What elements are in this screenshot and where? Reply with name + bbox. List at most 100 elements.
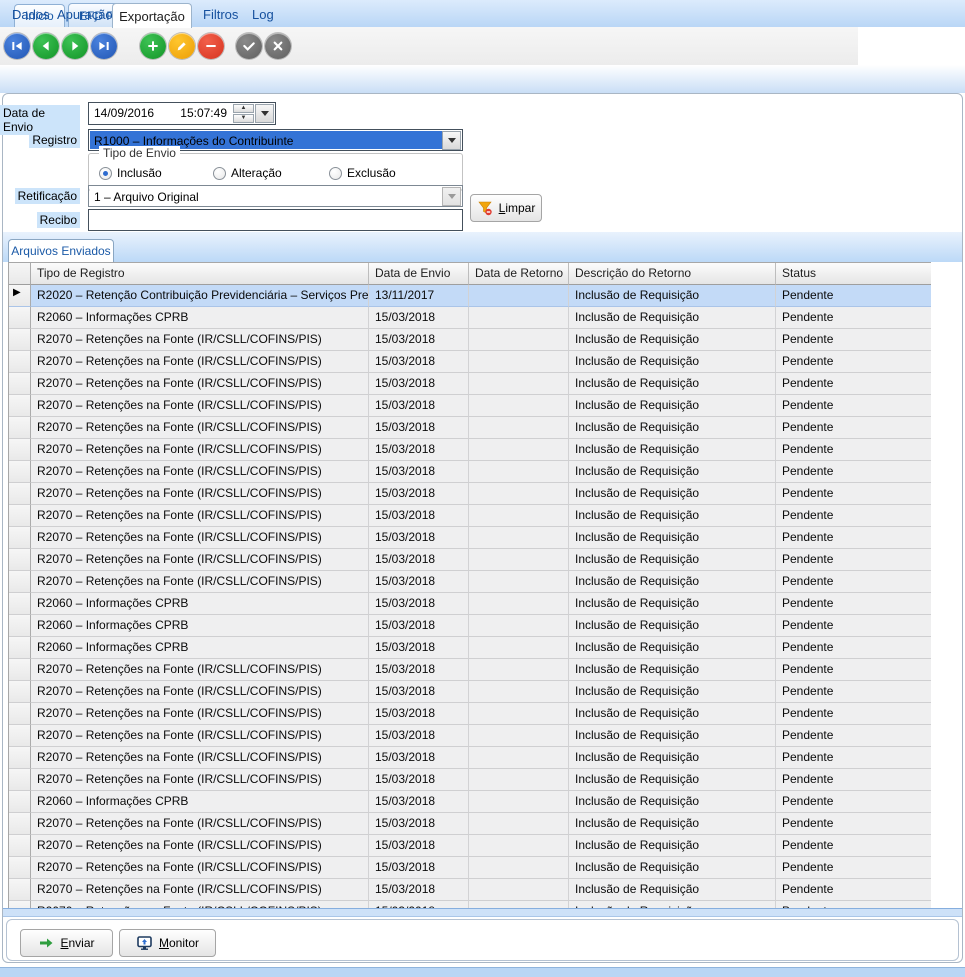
tab-log[interactable]: Log (252, 7, 274, 22)
last-record-button[interactable] (91, 33, 117, 59)
first-record-button[interactable] (4, 33, 30, 59)
toolbar-background (0, 27, 858, 65)
tab-apuracao[interactable]: Apuração (57, 7, 113, 22)
retificacao-combobox[interactable]: 1 – Arquivo Original (88, 185, 463, 207)
table-row[interactable]: ▶ R2060 – Informações CPRB 15/03/2018 In… (9, 791, 931, 813)
radio-alteracao[interactable]: Alteração (213, 166, 282, 180)
table-row[interactable]: ▶ R2070 – Retenções na Fonte (IR/CSLL/CO… (9, 857, 931, 879)
tab-dados[interactable]: Dados (12, 7, 50, 22)
row-indicator-cell: ▶ (9, 373, 31, 395)
col-tipo-registro[interactable]: Tipo de Registro (31, 263, 369, 285)
col-descricao-retorno[interactable]: Descrição do Retorno (569, 263, 776, 285)
cell-tipo-registro: R2070 – Retenções na Fonte (IR/CSLL/COFI… (31, 835, 369, 857)
table-row[interactable]: ▶ R2070 – Retenções na Fonte (IR/CSLL/CO… (9, 571, 931, 593)
table-row[interactable]: ▶ R2060 – Informações CPRB 15/03/2018 In… (9, 615, 931, 637)
cell-descricao-retorno: Inclusão de Requisição (569, 813, 776, 835)
radio-exclusao[interactable]: Exclusão (329, 166, 396, 180)
table-row[interactable]: ▶ R2070 – Retenções na Fonte (IR/CSLL/CO… (9, 725, 931, 747)
cell-status: Pendente (776, 901, 931, 908)
table-row[interactable]: ▶ R2070 – Retenções na Fonte (IR/CSLL/CO… (9, 505, 931, 527)
cell-status: Pendente (776, 813, 931, 835)
table-row[interactable]: ▶ R2070 – Retenções na Fonte (IR/CSLL/CO… (9, 549, 931, 571)
date-dropdown-button[interactable] (255, 104, 274, 123)
cell-data-envio: 15/03/2018 (369, 395, 469, 417)
cell-descricao-retorno: Inclusão de Requisição (569, 285, 776, 307)
chevron-down-icon (447, 194, 456, 199)
registro-label: Registro (0, 132, 80, 148)
monitor-button[interactable]: Monitor (119, 929, 216, 957)
col-data-retorno[interactable]: Data de Retorno (469, 263, 569, 285)
cell-data-envio: 15/03/2018 (369, 571, 469, 593)
radio-inclusao[interactable]: Inclusão (99, 166, 162, 180)
table-row[interactable]: ▶ R2060 – Informações CPRB 15/03/2018 In… (9, 593, 931, 615)
cell-status: Pendente (776, 879, 931, 901)
table-row[interactable]: ▶ R2070 – Retenções na Fonte (IR/CSLL/CO… (9, 527, 931, 549)
arquivos-table: Tipo de Registro Data de Envio Data de R… (8, 262, 931, 908)
table-row[interactable]: ▶ R2070 – Retenções na Fonte (IR/CSLL/CO… (9, 659, 931, 681)
table-row[interactable]: ▶ R2070 – Retenções na Fonte (IR/CSLL/CO… (9, 769, 931, 791)
cell-tipo-registro: R2020 – Retenção Contribuição Previdenci… (31, 285, 369, 307)
recibo-input[interactable] (88, 209, 463, 231)
delete-record-button[interactable] (198, 33, 224, 59)
cell-status: Pendente (776, 725, 931, 747)
table-row[interactable]: ▶ R2070 – Retenções na Fonte (IR/CSLL/CO… (9, 703, 931, 725)
enviar-label: Enviar (60, 936, 95, 950)
cell-status: Pendente (776, 791, 931, 813)
tab-exportacao[interactable]: Exportação (112, 3, 192, 28)
enviar-button[interactable]: Enviar (20, 929, 113, 957)
row-indicator-cell: ▶ (9, 329, 31, 351)
time-spinner[interactable]: ▲ ▼ (233, 104, 254, 123)
row-indicator-cell: ▶ (9, 747, 31, 769)
prior-record-button[interactable] (33, 33, 59, 59)
cell-descricao-retorno: Inclusão de Requisição (569, 549, 776, 571)
cell-status: Pendente (776, 351, 931, 373)
table-row[interactable]: ▶ R2060 – Informações CPRB 15/03/2018 In… (9, 637, 931, 659)
cancel-record-button[interactable] (265, 33, 291, 59)
cell-data-retorno (469, 373, 569, 395)
tab-arquivos-enviados[interactable]: Arquivos Enviados (8, 239, 114, 262)
table-row[interactable]: ▶ R2070 – Retenções na Fonte (IR/CSLL/CO… (9, 395, 931, 417)
cell-data-retorno (469, 417, 569, 439)
table-row[interactable]: ▶ R2070 – Retenções na Fonte (IR/CSLL/CO… (9, 747, 931, 769)
table-row[interactable]: ▶ R2070 – Retenções na Fonte (IR/CSLL/CO… (9, 483, 931, 505)
table-row[interactable]: ▶ R2060 – Informações CPRB 15/03/2018 In… (9, 307, 931, 329)
insert-record-button[interactable] (140, 33, 166, 59)
cell-tipo-registro: R2070 – Retenções na Fonte (IR/CSLL/COFI… (31, 725, 369, 747)
retificacao-dropdown-button[interactable] (442, 187, 461, 206)
table-body: ▶ R2020 – Retenção Contribuição Previden… (9, 285, 931, 908)
post-record-button[interactable] (236, 33, 262, 59)
table-row[interactable]: ▶ R2070 – Retenções na Fonte (IR/CSLL/CO… (9, 835, 931, 857)
tab-filtros[interactable]: Filtros (203, 7, 238, 22)
prior-record-icon (42, 41, 49, 51)
radio-alteracao-label: Alteração (231, 166, 282, 180)
cell-descricao-retorno: Inclusão de Requisição (569, 329, 776, 351)
table-row[interactable]: ▶ R2070 – Retenções na Fonte (IR/CSLL/CO… (9, 879, 931, 901)
table-row[interactable]: ▶ R2070 – Retenções na Fonte (IR/CSLL/CO… (9, 329, 931, 351)
table-row[interactable]: ▶ R2020 – Retenção Contribuição Previden… (9, 285, 931, 307)
table-row[interactable]: ▶ R2070 – Retenções na Fonte (IR/CSLL/CO… (9, 373, 931, 395)
next-record-button[interactable] (62, 33, 88, 59)
row-indicator-cell: ▶ (9, 461, 31, 483)
table-row[interactable]: ▶ R2070 – Retenções na Fonte (IR/CSLL/CO… (9, 351, 931, 373)
table-row[interactable]: ▶ R2070 – Retenções na Fonte (IR/CSLL/CO… (9, 461, 931, 483)
cell-status: Pendente (776, 395, 931, 417)
table-row[interactable]: ▶ R2070 – Retenções na Fonte (IR/CSLL/CO… (9, 417, 931, 439)
table-row[interactable]: ▶ R2070 – Retenções na Fonte (IR/CSLL/CO… (9, 813, 931, 835)
cell-descricao-retorno: Inclusão de Requisição (569, 835, 776, 857)
cell-data-retorno (469, 527, 569, 549)
cell-data-envio: 15/03/2018 (369, 417, 469, 439)
limpar-button[interactable]: Limpar (470, 194, 542, 222)
cell-data-retorno (469, 879, 569, 901)
data-envio-field[interactable]: 14/09/2016 15:07:49 ▲ ▼ (88, 102, 276, 125)
table-row[interactable]: ▶ R2070 – Retenções na Fonte (IR/CSLL/CO… (9, 901, 931, 908)
table-row[interactable]: ▶ R2070 – Retenções na Fonte (IR/CSLL/CO… (9, 439, 931, 461)
toolbar (0, 27, 965, 65)
col-data-envio[interactable]: Data de Envio (369, 263, 469, 285)
edit-record-button[interactable] (169, 33, 195, 59)
col-status[interactable]: Status (776, 263, 931, 285)
table-row[interactable]: ▶ R2070 – Retenções na Fonte (IR/CSLL/CO… (9, 681, 931, 703)
cell-status: Pendente (776, 417, 931, 439)
cell-descricao-retorno: Inclusão de Requisição (569, 527, 776, 549)
cell-data-retorno (469, 725, 569, 747)
registro-dropdown-button[interactable] (442, 131, 461, 150)
